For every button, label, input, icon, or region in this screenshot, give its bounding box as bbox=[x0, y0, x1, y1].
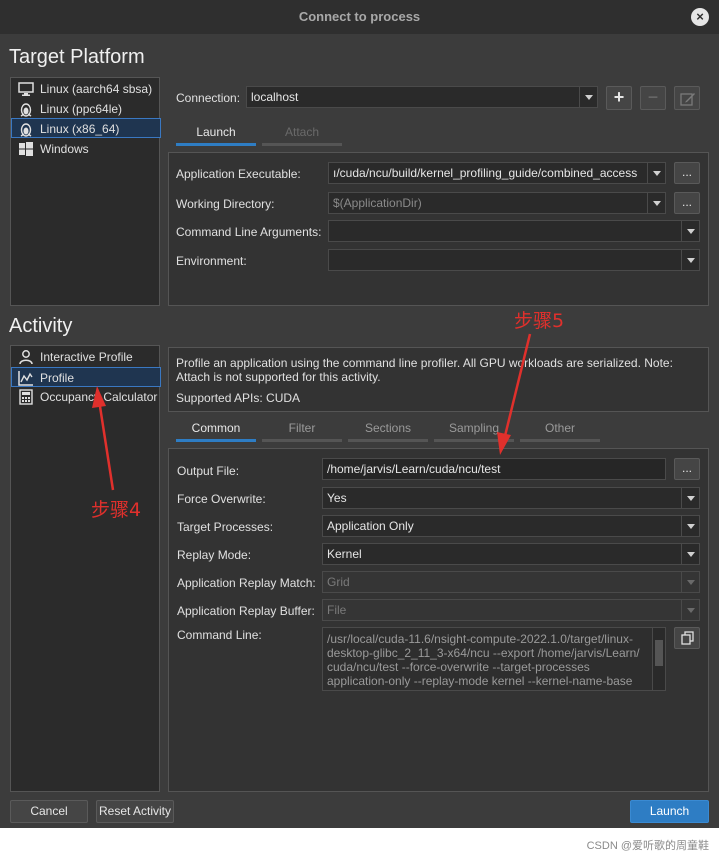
step4-arrow bbox=[92, 386, 115, 491]
annotation-arrows bbox=[92, 333, 532, 491]
watermark: CSDN @爱听歌的周童鞋 bbox=[586, 840, 709, 852]
step5-arrow bbox=[497, 333, 532, 455]
